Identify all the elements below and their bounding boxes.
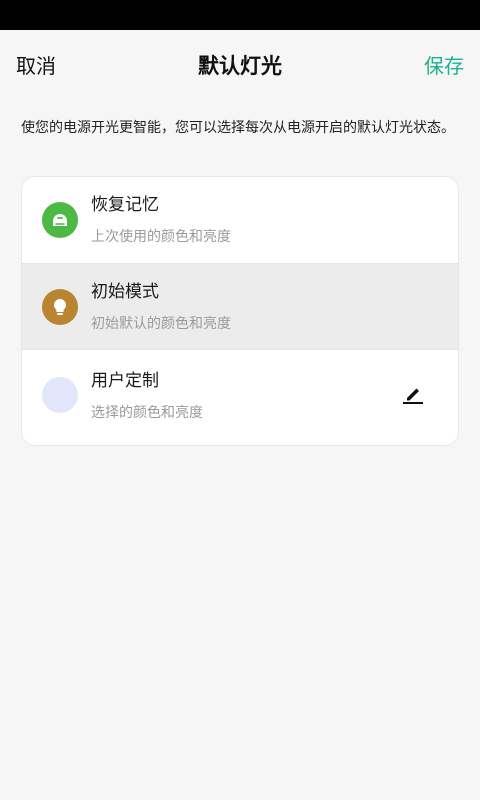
custom-color-swatch: [42, 377, 78, 413]
pencil-icon[interactable]: [402, 383, 424, 405]
lightbulb-icon: [42, 289, 78, 325]
description-text: 使您的电源开光更智能，您可以选择每次从电源开启的默认灯光状态。: [21, 120, 455, 136]
status-bar: [0, 0, 480, 30]
option-subtitle: 上次使用的颜色和亮度: [91, 229, 231, 245]
option-user-custom[interactable]: 用户定制 选择的颜色和亮度: [22, 349, 458, 445]
option-title: 用户定制: [91, 371, 159, 391]
option-subtitle: 初始默认的颜色和亮度: [91, 316, 231, 332]
page-title: 默认灯光: [198, 54, 282, 78]
save-button[interactable]: 保存: [424, 52, 464, 80]
option-initial-mode[interactable]: 初始模式 初始默认的颜色和亮度: [22, 263, 458, 350]
options-card: 恢复记忆 上次使用的颜色和亮度 初始模式 初始默认的颜色和亮度 用户定制 选择的…: [21, 176, 459, 446]
navigation-bar: 取消 默认灯光 保存: [0, 30, 480, 102]
option-title: 初始模式: [91, 282, 159, 302]
memory-icon: [42, 202, 78, 238]
option-subtitle: 选择的颜色和亮度: [91, 405, 203, 421]
option-restore-memory[interactable]: 恢复记忆 上次使用的颜色和亮度: [22, 177, 458, 263]
option-title: 恢复记忆: [91, 195, 159, 215]
